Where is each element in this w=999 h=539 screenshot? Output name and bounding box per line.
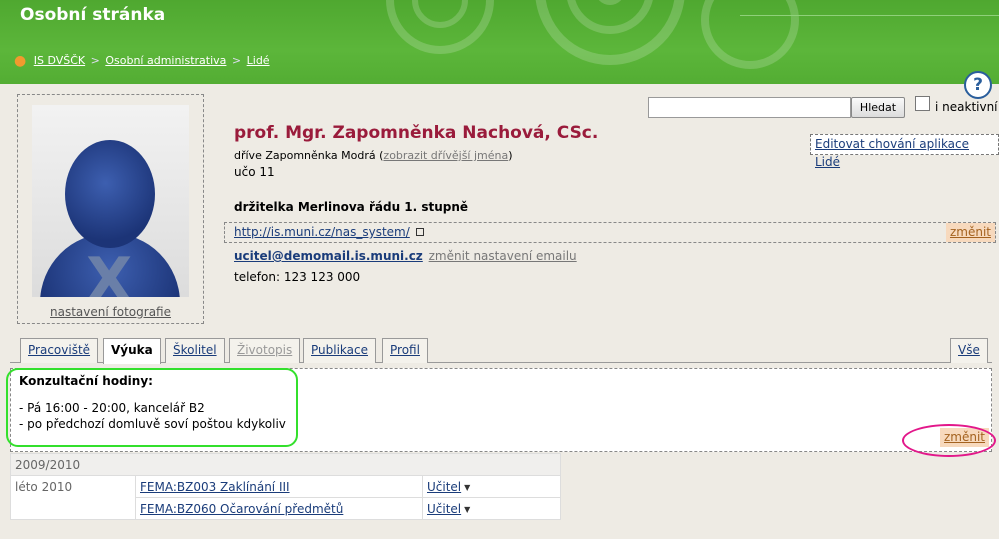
role-link[interactable]: Učitel: [427, 480, 461, 494]
tab-vse[interactable]: Vše: [950, 338, 988, 363]
page-header: Osobní stránka ● IS DVŠČK > Osobní admin…: [0, 0, 999, 84]
tab-label[interactable]: Publikace: [311, 343, 368, 357]
breadcrumb: ● IS DVŠČK > Osobní administrativa > Lid…: [14, 53, 270, 69]
table-row: léto 2010 FEMA:BZ003 Zaklínání III Učite…: [10, 475, 561, 520]
breadcrumb-lide[interactable]: Lidé: [247, 54, 270, 67]
course-cell: FEMA:BZ003 Zaklínání III: [135, 475, 423, 498]
help-icon[interactable]: ?: [964, 71, 992, 99]
tab-label[interactable]: Životopis: [237, 343, 292, 357]
silhouette-head: [65, 140, 155, 248]
email-settings-link[interactable]: změnit nastavení emailu: [429, 249, 577, 263]
phone: telefon: 123 123 000: [234, 270, 361, 284]
breadcrumb-separator: >: [90, 54, 100, 67]
tab-pracoviste[interactable]: Pracoviště: [20, 338, 99, 363]
photo-settings-link[interactable]: nastavení fotografie: [18, 305, 203, 319]
tab-skolitel[interactable]: Školitel: [165, 338, 225, 363]
bullet-icon: ●: [14, 53, 27, 69]
role-cell: Učitel ▼: [422, 497, 561, 520]
role-cell: Učitel ▼: [422, 475, 561, 498]
former-names: dříve Zapomněnka Modrá (zobrazit dřívějš…: [234, 149, 513, 162]
tab-vyuka[interactable]: Výuka: [103, 338, 161, 364]
email-link[interactable]: ucitel@demomail.is.muni.cz: [234, 249, 423, 263]
inactive-checkbox-label: i neaktivní: [935, 100, 998, 114]
show-former-names-link[interactable]: zobrazit dřívější jména: [383, 149, 508, 162]
edit-url-button[interactable]: změnit: [945, 223, 995, 242]
header-decoration: [386, 0, 799, 69]
header-line: [740, 15, 999, 16]
external-link-icon: [415, 228, 424, 236]
search-button[interactable]: Hledat: [851, 97, 905, 118]
tab-label[interactable]: Profil: [390, 343, 420, 357]
course-cell: FEMA:BZ060 Očarování předmětů: [135, 497, 423, 520]
highlight-pink-circle: [902, 424, 996, 457]
dropdown-caret-icon[interactable]: ▼: [464, 505, 470, 514]
course-link[interactable]: FEMA:BZ060 Očarování předmětů: [140, 502, 343, 516]
tab-label: Výuka: [111, 343, 153, 357]
person-name: prof. Mgr. Zapomněnka Nachová, CSc.: [234, 123, 599, 143]
former-names-text: dříve Zapomněnka Modrá (: [234, 149, 384, 162]
term-cell: léto 2010: [10, 475, 136, 520]
url-row: http://is.muni.cz/nas_system/ změnit: [224, 222, 996, 243]
breadcrumb-is[interactable]: IS DVŠČK: [34, 54, 85, 67]
page-title: Osobní stránka: [20, 5, 166, 25]
tab-profil[interactable]: Profil: [382, 338, 428, 363]
email-row: ucitel@demomail.is.muni.cz změnit nastav…: [234, 249, 577, 263]
former-names-suffix: ): [508, 149, 513, 162]
award: držitelka Merlinova řádu 1. stupně: [234, 200, 469, 214]
tab-label[interactable]: Vše: [958, 343, 980, 357]
dropdown-caret-icon[interactable]: ▼: [464, 483, 470, 492]
tab-label[interactable]: Pracoviště: [28, 343, 90, 357]
year-cell: 2009/2010: [10, 453, 561, 476]
edit-app-behavior-link[interactable]: Editovat chování aplikace Lidé: [810, 134, 999, 169]
uco: učo 11: [234, 165, 275, 179]
course-link[interactable]: FEMA:BZ003 Zaklínání III: [140, 480, 290, 494]
role-link[interactable]: Učitel: [427, 502, 461, 516]
tab-publikace[interactable]: Publikace: [303, 338, 376, 363]
photo-box: X nastavení fotografie: [17, 94, 204, 324]
profile-photo: X: [32, 105, 189, 297]
breadcrumb-separator: >: [231, 54, 242, 67]
courses-table: 2009/2010 léto 2010 FEMA:BZ003 Zaklínání…: [10, 453, 561, 520]
breadcrumb-osobni-administrativa[interactable]: Osobní administrativa: [105, 54, 226, 67]
no-photo-icon: X: [86, 245, 133, 297]
inactive-checkbox[interactable]: [915, 96, 930, 111]
tab-label[interactable]: Školitel: [173, 343, 217, 357]
search-input[interactable]: [648, 97, 851, 118]
url-wrap: http://is.muni.cz/nas_system/: [234, 225, 424, 239]
homepage-link[interactable]: http://is.muni.cz/nas_system/: [234, 225, 410, 239]
tab-zivotopis[interactable]: Životopis: [229, 338, 301, 363]
table-row: 2009/2010: [10, 453, 561, 476]
highlight-green: [6, 368, 298, 447]
